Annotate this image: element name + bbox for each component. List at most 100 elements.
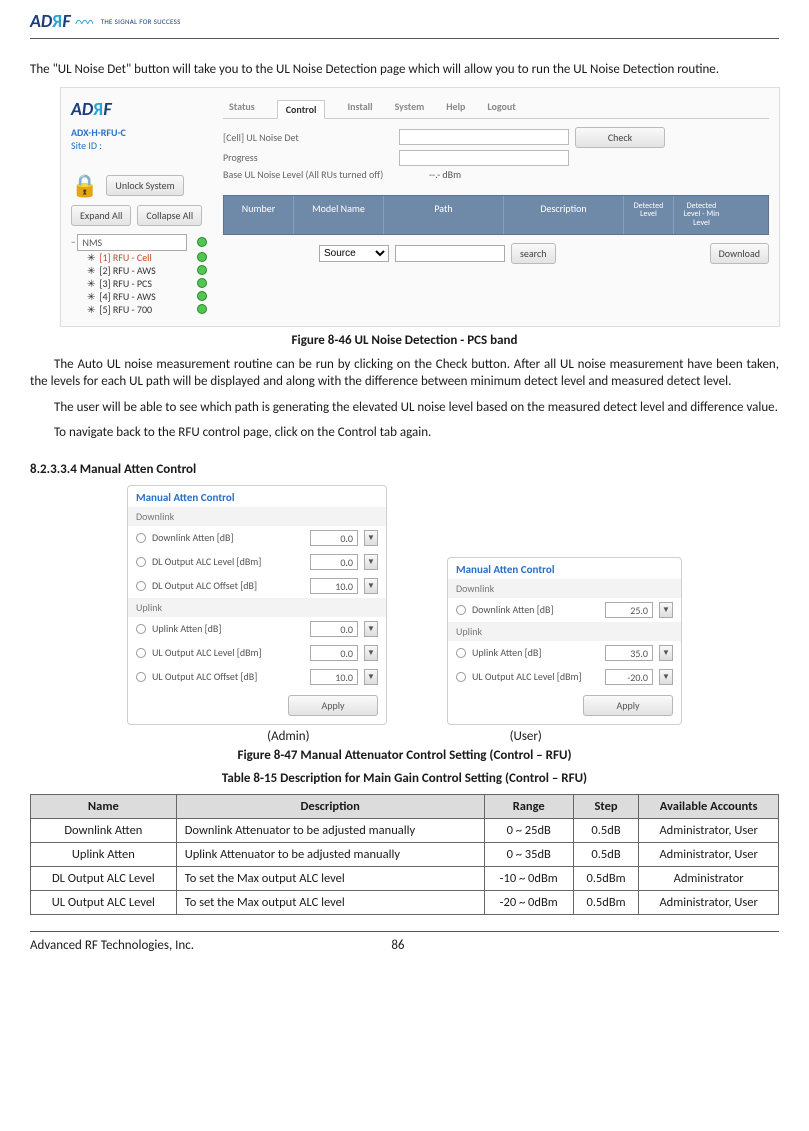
base-noise-value: --.- dBm	[429, 168, 461, 181]
radio-icon[interactable]	[456, 648, 466, 658]
section-heading: 8.2.3.3.4 Manual Atten Control	[30, 462, 779, 477]
tree-item[interactable]: ✳[5] RFU - 700	[71, 303, 211, 316]
tree-root[interactable]: NMS	[77, 234, 187, 251]
tree-item[interactable]: ✳ [4] RFU - AWS	[71, 290, 211, 303]
tab-install[interactable]: Install	[347, 100, 372, 114]
apply-button-admin[interactable]: Apply	[288, 695, 378, 716]
table-cell: Uplink Atten	[31, 842, 177, 866]
tab-logout[interactable]: Logout	[487, 100, 515, 114]
tab-help[interactable]: Help	[446, 100, 465, 114]
table-cell: Uplink Attenuator to be adjusted manuall…	[176, 842, 484, 866]
radio-icon[interactable]	[456, 672, 466, 682]
radio-icon[interactable]	[136, 672, 146, 682]
dropdown-icon[interactable]: ▼	[364, 554, 378, 570]
radio-icon[interactable]	[136, 581, 146, 591]
field-value[interactable]: 10.0	[310, 669, 358, 685]
download-button[interactable]: Download	[710, 243, 769, 264]
expand-all-button[interactable]: Expand All	[71, 205, 131, 226]
source-select[interactable]: Source	[319, 245, 389, 262]
search-button[interactable]: search	[511, 243, 556, 264]
table-cell: Administrator, User	[639, 818, 779, 842]
radio-icon[interactable]	[456, 605, 466, 615]
dropdown-icon[interactable]: ▼	[659, 645, 673, 661]
check-button[interactable]: Check	[575, 127, 665, 148]
field-value[interactable]: 0.0	[310, 554, 358, 570]
collapse-all-button[interactable]: Collapse All	[137, 205, 202, 226]
progress-label: Progress	[223, 151, 393, 164]
dropdown-icon[interactable]: ▼	[364, 645, 378, 661]
field-label: DL Output ALC Offset [dB]	[152, 579, 304, 592]
field-label: DL Output ALC Level [dBm]	[152, 555, 304, 568]
dropdown-icon[interactable]: ▼	[364, 530, 378, 546]
table-cell: To set the Max output ALC level	[176, 890, 484, 914]
table-cell: 0 ~ 35dB	[484, 842, 573, 866]
tab-bar: Status Control Install System Help Logout	[223, 98, 769, 119]
field-label: Uplink Atten [dB]	[472, 646, 599, 659]
figure-8-47-caption: Figure 8-47 Manual Attenuator Control Se…	[30, 748, 779, 763]
dropdown-icon[interactable]: ▼	[364, 621, 378, 637]
tree-collapse-icon[interactable]: −	[71, 237, 75, 248]
radio-icon[interactable]	[136, 648, 146, 658]
tree-item[interactable]: ✳[3] RFU - PCS	[71, 277, 211, 290]
field-value[interactable]: 0.0	[310, 645, 358, 661]
status-dot-icon	[197, 237, 207, 247]
radio-icon[interactable]	[136, 557, 146, 567]
apply-button-user[interactable]: Apply	[583, 695, 673, 716]
tree-item[interactable]: ✳[1] RFU - Cell	[71, 251, 211, 264]
table-header: Description	[176, 794, 484, 818]
dropdown-icon[interactable]: ▼	[659, 669, 673, 685]
panel-b-caption: (User)	[510, 729, 542, 744]
panel-a-row: UL Output ALC Level [dBm]0.0▼	[128, 641, 386, 665]
progress-input	[399, 150, 569, 166]
search-input[interactable]	[395, 245, 505, 262]
lock-icon: 🔒	[71, 172, 98, 199]
bullet-icon: ✳	[87, 277, 95, 290]
field-label: Uplink Atten [dB]	[152, 622, 304, 635]
col-detected-min: Detected Level - Min Level	[674, 196, 729, 234]
tab-system[interactable]: System	[395, 100, 425, 114]
status-dot-icon	[197, 278, 207, 288]
field-label: UL Output ALC Offset [dB]	[152, 670, 304, 683]
radio-icon[interactable]	[136, 624, 146, 634]
signal-wave-icon	[75, 15, 93, 27]
field-value[interactable]: 0.0	[310, 530, 358, 546]
dropdown-icon[interactable]: ▼	[364, 669, 378, 685]
table-cell: To set the Max output ALC level	[176, 866, 484, 890]
panel-a-sub-uplink: Uplink	[128, 598, 386, 617]
dropdown-icon[interactable]: ▼	[364, 578, 378, 594]
tab-control[interactable]: Control	[277, 100, 326, 119]
table-cell: Administrator, User	[639, 890, 779, 914]
logo-tagline: THE SIGNAL FOR SUCCESS	[101, 17, 181, 26]
bullet-icon: ✳	[87, 264, 95, 277]
panel-b-row: Downlink Atten [dB]25.0▼	[448, 598, 681, 622]
table-cell: 0.5dBm	[573, 866, 638, 890]
manual-atten-panel-user: Manual Atten Control Downlink Downlink A…	[447, 557, 682, 725]
paragraph-3: To navigate back to the RFU control page…	[30, 424, 779, 442]
base-noise-label: Base UL Noise Level (All RUs turned off)	[223, 168, 423, 181]
field-value[interactable]: 25.0	[605, 602, 653, 618]
logo-r: R	[52, 10, 62, 32]
panel-a-sub-downlink: Downlink	[128, 507, 386, 526]
col-number: Number	[224, 196, 294, 234]
table-row: UL Output ALC LevelTo set the Max output…	[31, 890, 779, 914]
table-row: Uplink AttenUplink Attenuator to be adju…	[31, 842, 779, 866]
tree-item-label: [4] RFU - AWS	[99, 290, 155, 303]
field-value[interactable]: 0.0	[310, 621, 358, 637]
field-value[interactable]: -20.0	[605, 669, 653, 685]
tab-status[interactable]: Status	[229, 100, 255, 114]
site-id-label: Site ID :	[71, 139, 211, 152]
bullet-icon: ✳	[87, 251, 95, 264]
panel-user-wrapper: Manual Atten Control Downlink Downlink A…	[447, 557, 682, 725]
field-value[interactable]: 35.0	[605, 645, 653, 661]
table-cell: DL Output ALC Level	[31, 866, 177, 890]
table-cell: 0.5dBm	[573, 890, 638, 914]
radio-icon[interactable]	[136, 533, 146, 543]
status-dot-icon	[197, 265, 207, 275]
table-cell: 0 ~ 25dB	[484, 818, 573, 842]
tree-item[interactable]: ✳[2] RFU - AWS	[71, 264, 211, 277]
dropdown-icon[interactable]: ▼	[659, 602, 673, 618]
ul-noise-det-input[interactable]	[399, 129, 569, 145]
field-value[interactable]: 10.0	[310, 578, 358, 594]
bullet-icon: ✳	[87, 290, 95, 303]
unlock-system-button[interactable]: Unlock System	[106, 175, 183, 196]
